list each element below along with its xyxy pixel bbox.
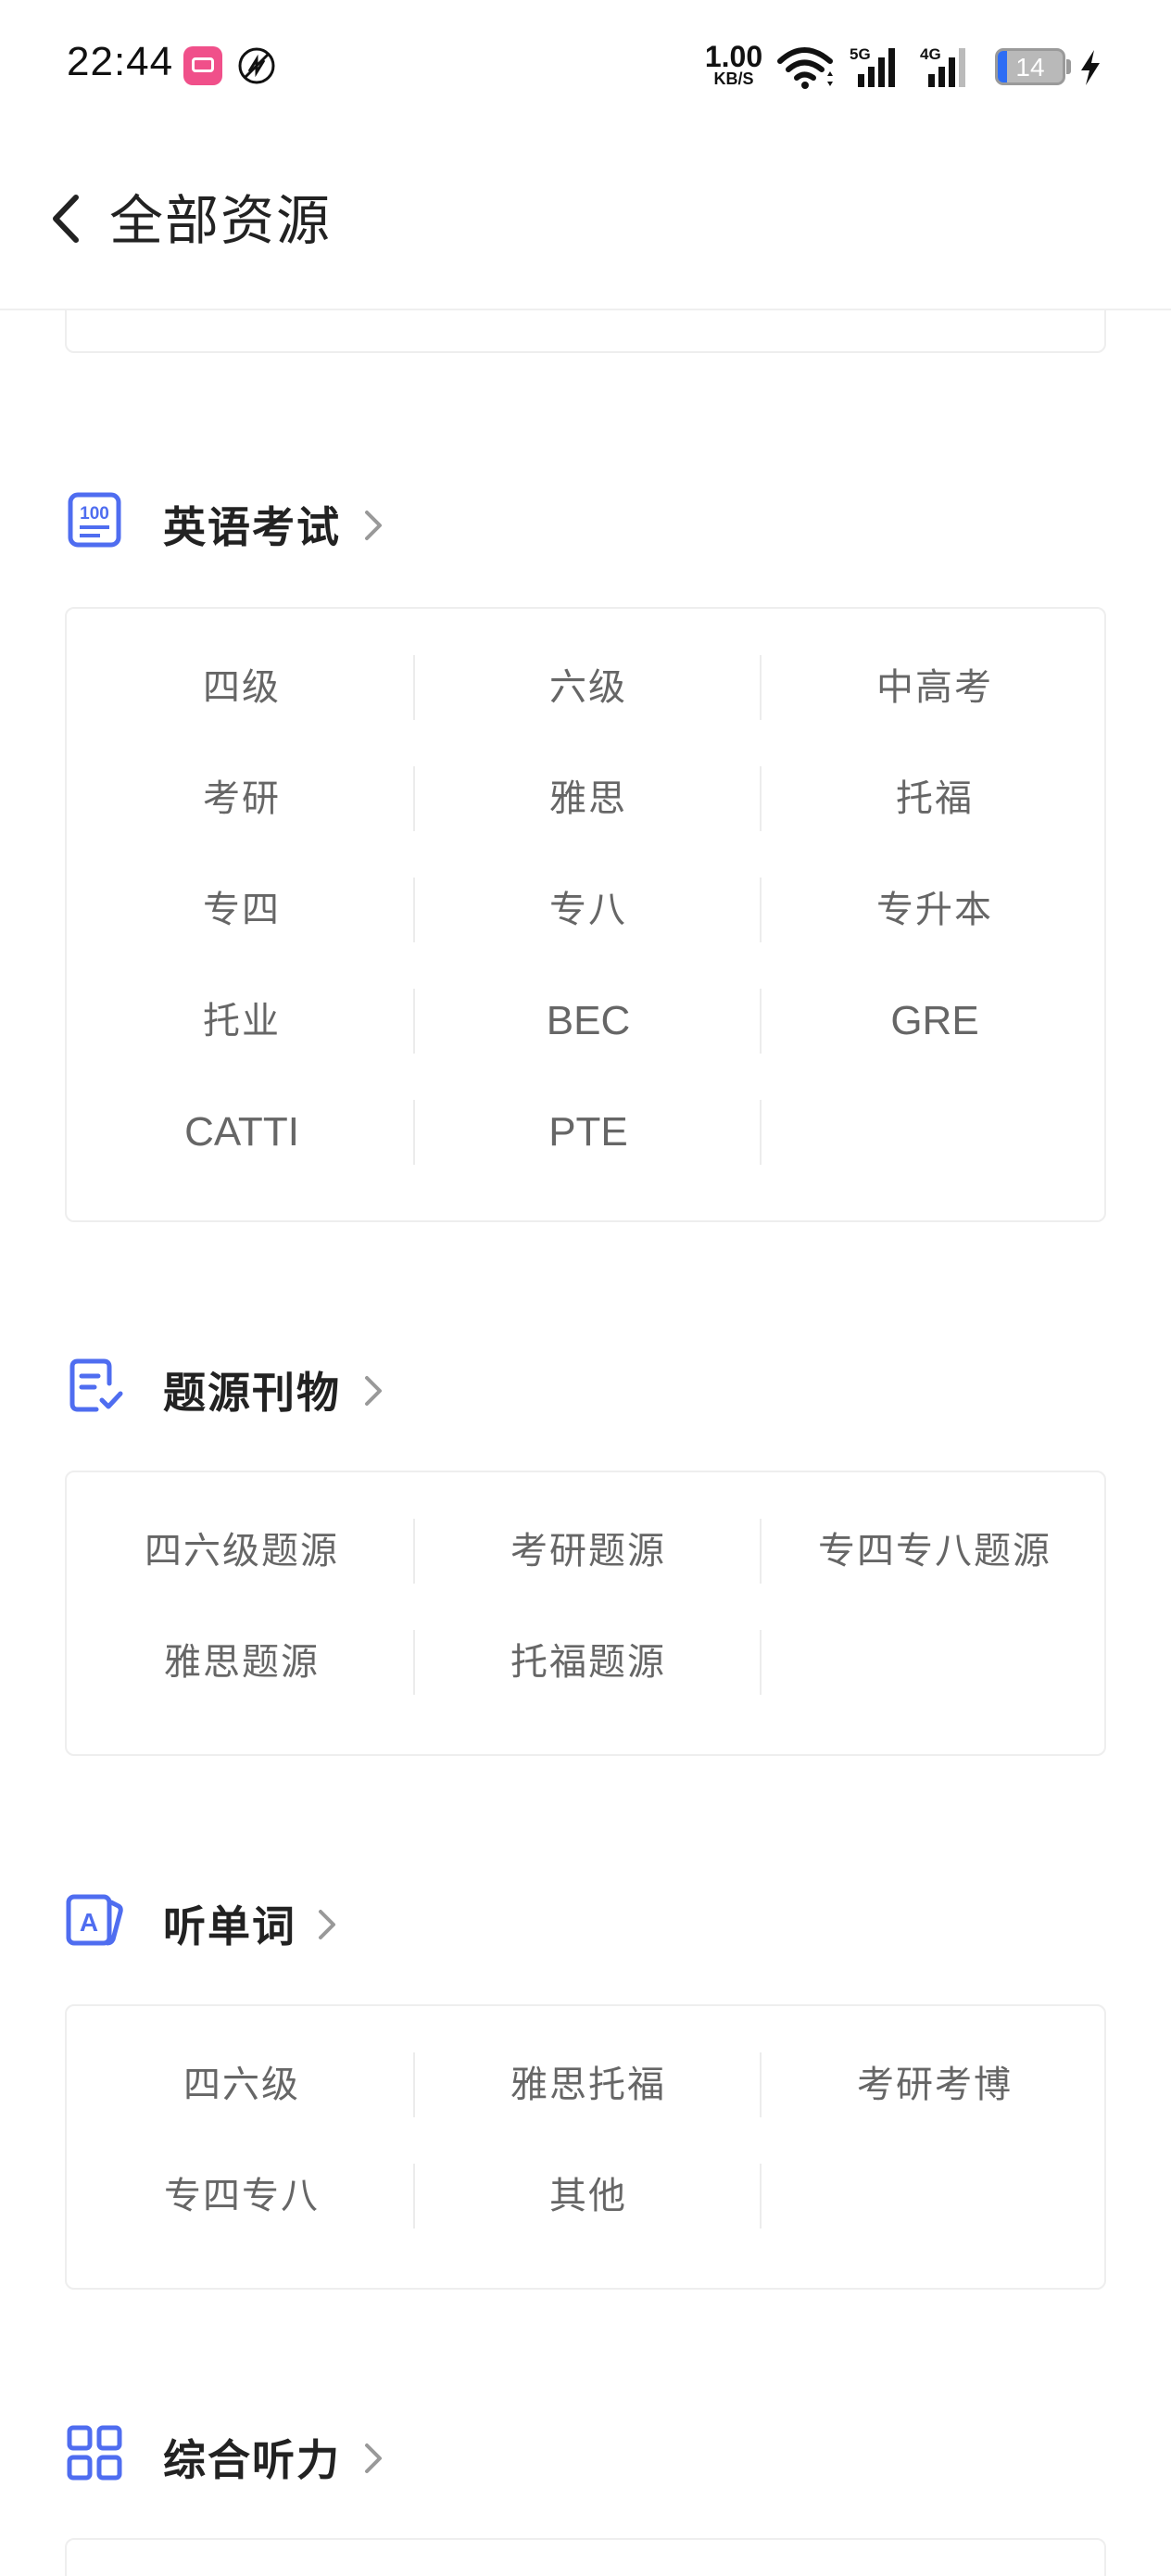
grid-item[interactable]: 四六级 — [69, 2052, 415, 2117]
section-title: 英语考试 — [163, 502, 341, 552]
section-card-listen-words: 四六级 雅思托福 考研考博专四专八 其他 — [65, 2004, 1106, 2290]
grid-item[interactable]: 其他 — [415, 2164, 762, 2229]
section-card-comprehensive-listening — [65, 2538, 1106, 2576]
status-time: 22:44 — [67, 39, 174, 84]
column-divider — [760, 1630, 762, 1695]
grid-item[interactable]: 考研考博 — [762, 2052, 1108, 2117]
document-check-icon — [69, 1358, 123, 1412]
grid-item[interactable]: BEC — [415, 989, 762, 1054]
section-header-listen-words[interactable]: A 听单词 — [65, 1889, 454, 1954]
battery-cap — [1066, 59, 1071, 74]
column-divider — [760, 766, 762, 831]
grid-item[interactable]: 雅思托福 — [415, 2052, 762, 2117]
column-divider — [760, 655, 762, 720]
column-divider — [413, 989, 415, 1054]
column-divider — [760, 1100, 762, 1165]
grid-item[interactable]: 托福题源 — [415, 1630, 762, 1695]
grid-item[interactable]: 雅思题源 — [69, 1630, 415, 1695]
network-speed: 1.00 KB/S — [704, 40, 763, 87]
grid-item[interactable]: 中高考 — [762, 655, 1108, 720]
column-divider — [413, 1100, 415, 1165]
back-button[interactable] — [41, 186, 96, 251]
section-title: 综合听力 — [163, 2435, 341, 2485]
svg-text:100: 100 — [80, 504, 109, 524]
battery-icon: 14 — [995, 48, 1065, 85]
grid-item[interactable]: 六级 — [415, 655, 762, 720]
grid-item[interactable]: 专升本 — [762, 878, 1108, 942]
section-header-source-publications[interactable]: 题源刊物 — [65, 1356, 454, 1421]
chevron-right-icon — [365, 2443, 382, 2473]
wifi-icon — [777, 47, 833, 89]
grid-item[interactable]: PTE — [415, 1100, 762, 1165]
column-divider — [760, 2052, 762, 2117]
signal-4g-label: 4G — [920, 45, 941, 63]
grid-item[interactable]: 考研题源 — [415, 1519, 762, 1584]
column-divider — [760, 878, 762, 942]
nfc-off-icon — [238, 47, 275, 84]
grid-item[interactable]: CATTI — [69, 1100, 415, 1165]
column-divider — [760, 1519, 762, 1584]
grid-item[interactable]: 托业 — [69, 989, 415, 1054]
grid-item[interactable]: 考研 — [69, 766, 415, 831]
chevron-right-icon — [365, 1376, 382, 1406]
grid-item[interactable]: 四六级题源 — [69, 1519, 415, 1584]
column-divider — [413, 2164, 415, 2229]
grid-item[interactable]: 专四专八 — [69, 2164, 415, 2229]
grid-item[interactable]: 托福 — [762, 766, 1108, 831]
section-header-english-exams[interactable]: 100 英语考试 — [65, 490, 454, 555]
svg-text:A: A — [80, 1908, 98, 1937]
column-divider — [760, 2164, 762, 2229]
column-divider — [413, 878, 415, 942]
column-divider — [413, 2052, 415, 2117]
top-navigation-bar: 全部资源 — [0, 134, 1171, 310]
section-title: 听单词 — [163, 1901, 296, 1951]
section-card-source-publications: 四六级题源 考研题源 专四专八题源雅思题源 托福题源 — [65, 1471, 1106, 1756]
network-speed-value: 1.00 — [704, 40, 763, 73]
grid-item[interactable]: 专八 — [415, 878, 762, 942]
column-divider — [413, 655, 415, 720]
column-divider — [413, 766, 415, 831]
signal-5g-icon: 5G — [850, 45, 895, 87]
grid-item[interactable]: GRE — [762, 989, 1108, 1054]
grid-item[interactable]: 四级 — [69, 655, 415, 720]
chevron-right-icon — [365, 511, 382, 540]
section-title: 题源刊物 — [163, 1368, 341, 1418]
grid-item[interactable]: 专四专八题源 — [762, 1519, 1108, 1584]
charging-bolt-icon — [1081, 50, 1100, 85]
status-bar: 22:44 1.00 KB/S 5G 4G 14 — [0, 0, 1171, 134]
app-notification-icon — [183, 46, 222, 85]
grid-item[interactable]: 雅思 — [415, 766, 762, 831]
previous-section-card — [65, 310, 1106, 353]
letter-card-icon: A — [66, 1894, 123, 1946]
grid-icon — [67, 2425, 122, 2481]
chevron-right-icon — [319, 1910, 335, 1939]
signal-5g-label: 5G — [850, 45, 871, 63]
section-header-comprehensive-listening[interactable]: 综合听力 — [65, 2423, 454, 2488]
signal-4g-icon: 4G — [920, 45, 965, 87]
screen: 22:44 1.00 KB/S 5G 4G 14 全部资源 100 英语考试 四… — [0, 0, 1171, 2576]
grid-item[interactable]: 专四 — [69, 878, 415, 942]
score-100-icon: 100 — [68, 492, 121, 548]
column-divider — [413, 1519, 415, 1584]
battery-level: 14 — [1015, 53, 1045, 82]
section-card-english-exams: 四级 六级 中高考考研 雅思 托福专四 专八 专升本托业 BEC GRE CATTI PTE — [65, 607, 1106, 1222]
page-title: 全部资源 — [109, 189, 333, 252]
column-divider — [760, 989, 762, 1054]
column-divider — [413, 1630, 415, 1695]
resource-list[interactable]: 100 英语考试 四级 六级 中高考 考研 雅思 托福 专四 专八 专升本 托业 BEC GRE CAT… — [0, 310, 1171, 2576]
